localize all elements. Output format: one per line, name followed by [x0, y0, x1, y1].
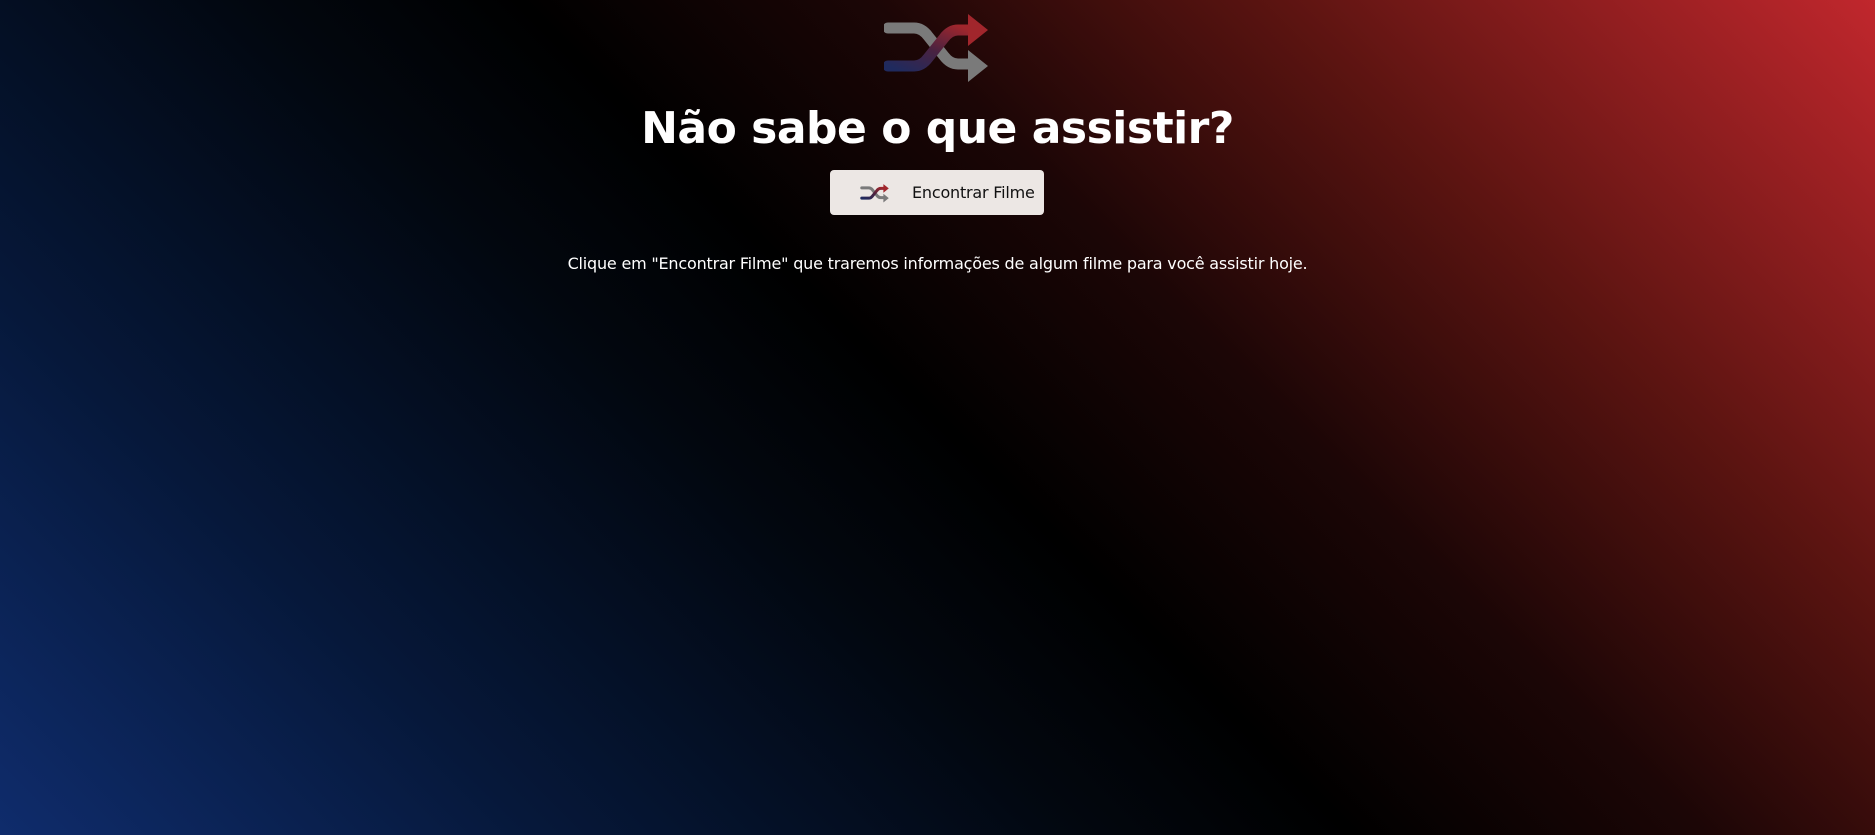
find-movie-button[interactable]: Encontrar Filme	[830, 170, 1044, 215]
find-movie-button-label: Encontrar Filme	[912, 183, 1035, 202]
page-title: Não sabe o que assistir?	[641, 103, 1234, 154]
shuffle-icon	[884, 14, 988, 82]
shuffle-icon	[860, 183, 889, 202]
hint-text: Clique em "Encontrar Filme" que traremos…	[567, 254, 1308, 273]
page: Não sabe o que assistir? Encontrar Filme…	[0, 0, 1875, 835]
